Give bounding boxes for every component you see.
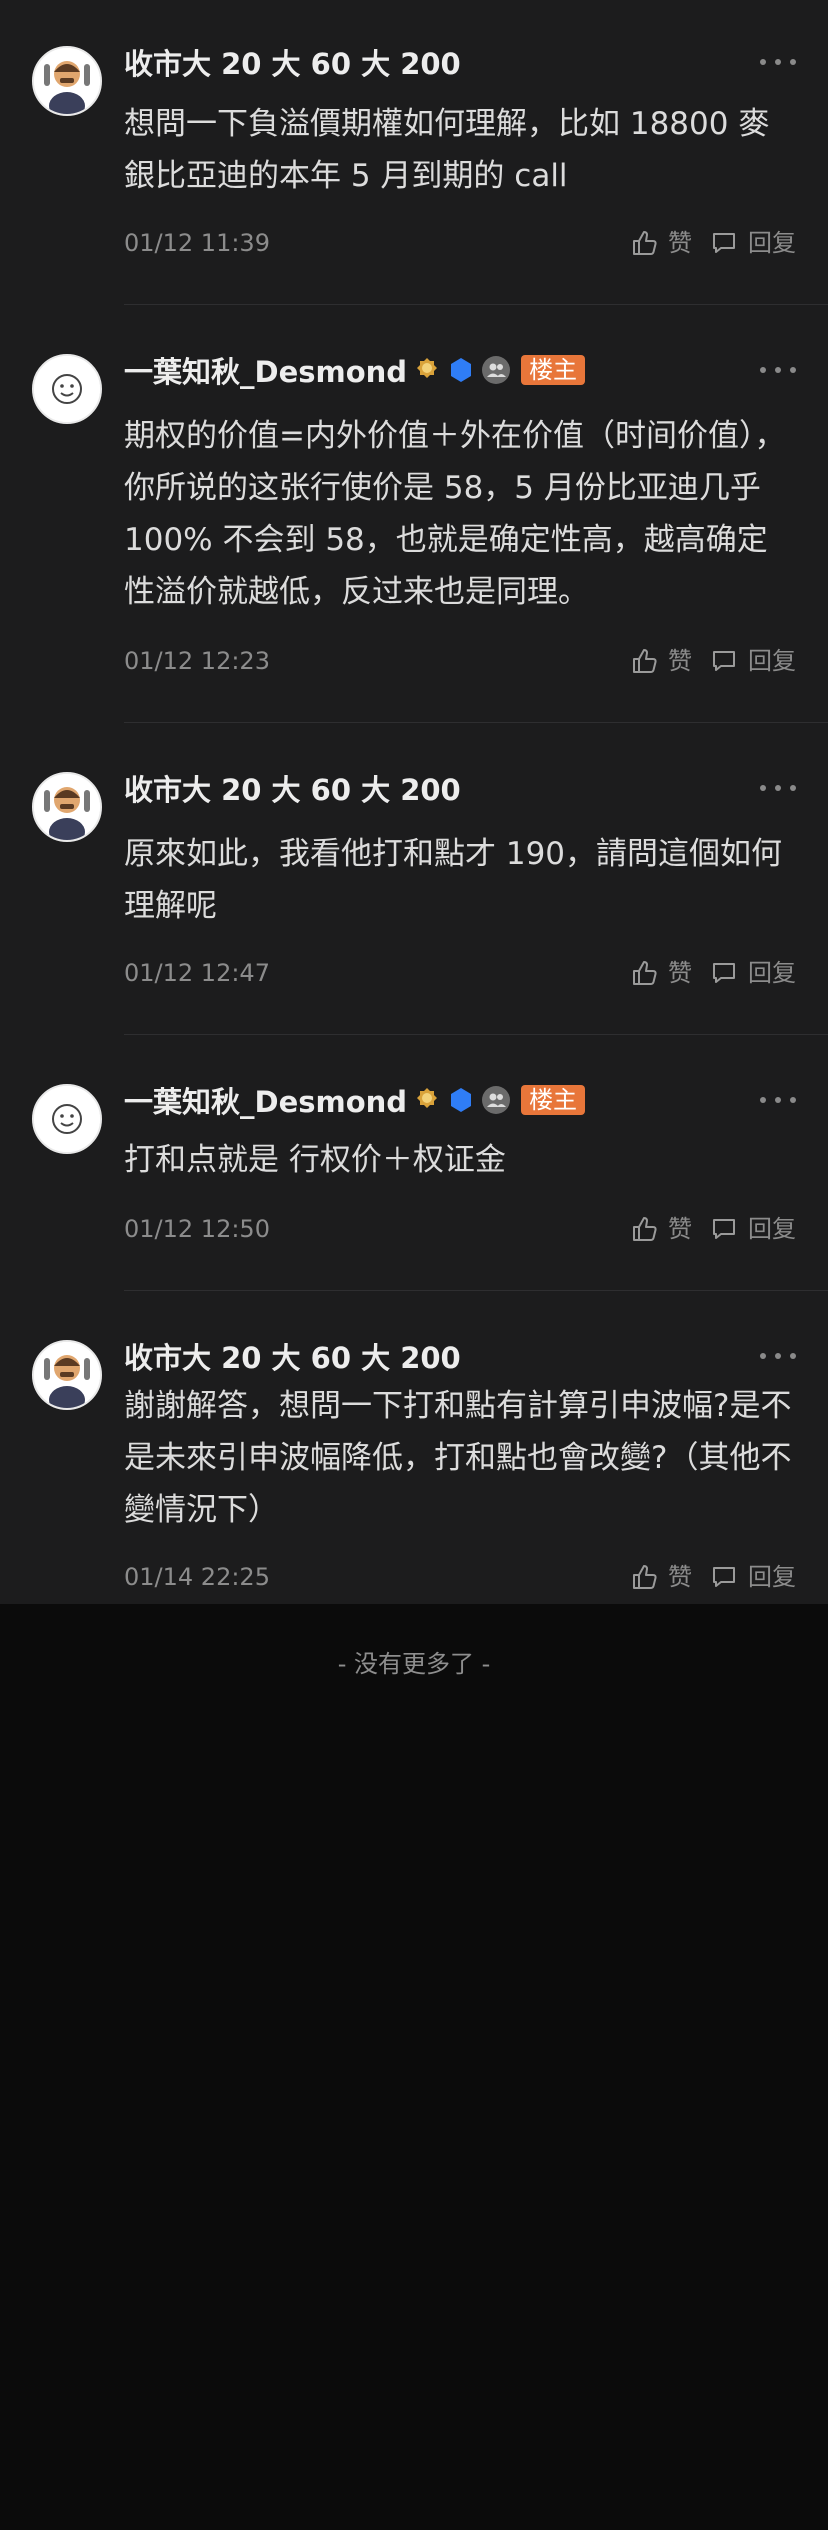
comment-icon: [713, 1219, 735, 1239]
gold-medal-badge-icon: [413, 1086, 441, 1114]
username[interactable]: 收市大 20 大 60 大 200: [124, 1335, 461, 1377]
like-label: 赞: [668, 1215, 692, 1243]
reply-label: 回复: [748, 1563, 796, 1591]
comment-text: 期权的价值=内外价值＋外在价值（时间价值），你所说的这张行使价是 58，5 月份…: [124, 418, 786, 610]
comment-time: 01/12 11:39: [124, 229, 270, 257]
thumbs-up-icon: [633, 1217, 657, 1241]
blue-level-badge-icon: [447, 356, 475, 384]
comment-actions: 赞 回复: [630, 1214, 796, 1244]
avatar[interactable]: [32, 46, 102, 116]
more-dots-icon[interactable]: [760, 1334, 796, 1378]
username[interactable]: 一葉知秋_Desmond: [124, 1079, 407, 1121]
comment-header: 一葉知秋_Desmond 楼主: [124, 348, 586, 392]
divider: [124, 304, 828, 305]
comment-header: 一葉知秋_Desmond 楼主: [124, 1078, 586, 1122]
reply-button[interactable]: 回复: [710, 958, 796, 988]
comment-header: 收市大 20 大 60 大 200: [124, 40, 461, 84]
group-badge-icon: [481, 355, 511, 385]
comment-time: 01/12 12:50: [124, 1215, 270, 1243]
comment-time: 01/12 12:47: [124, 959, 270, 987]
reply-label: 回复: [748, 229, 796, 257]
like-button[interactable]: 赞: [630, 228, 692, 258]
comment-text: 原來如此，我看他打和點才 190，請問這個如何理解呢: [124, 836, 783, 924]
comment-text: 謝謝解答，想問一下打和點有計算引申波幅?是不是未來引申波幅降低，打和點也會改變?…: [124, 1388, 792, 1528]
avatar[interactable]: [32, 1340, 102, 1410]
gold-medal-badge-icon: [413, 356, 441, 384]
reply-button[interactable]: 回复: [710, 1562, 796, 1592]
thumbs-up-icon: [633, 1565, 657, 1589]
like-button[interactable]: 赞: [630, 1214, 692, 1244]
username[interactable]: 收市大 20 大 60 大 200: [124, 41, 461, 83]
no-more-footer: - 没有更多了 -: [337, 1650, 491, 1678]
comment-header: 收市大 20 大 60 大 200: [124, 766, 461, 810]
thumbs-up-icon: [633, 231, 657, 255]
divider: [124, 1034, 828, 1035]
reply-label: 回复: [748, 647, 796, 675]
comment-list: 收市大 20 大 60 大 200 想問一下負溢價期權如何理解，比如 18800…: [0, 0, 828, 1604]
comment-actions: 赞 回复: [630, 958, 796, 988]
more-dots-icon[interactable]: [760, 1078, 796, 1122]
username[interactable]: 收市大 20 大 60 大 200: [124, 767, 461, 809]
comment-icon: [713, 651, 735, 671]
username[interactable]: 一葉知秋_Desmond: [124, 349, 407, 391]
like-button[interactable]: 赞: [630, 958, 692, 988]
owner-tag: 楼主: [521, 355, 586, 385]
comment-time: 01/14 22:25: [124, 1563, 270, 1591]
reply-label: 回复: [748, 959, 796, 987]
more-dots-icon[interactable]: [760, 40, 796, 84]
reply-button[interactable]: 回复: [710, 1214, 796, 1244]
owner-tag: 楼主: [521, 1085, 586, 1115]
like-label: 赞: [668, 959, 692, 987]
divider: [124, 722, 828, 723]
like-button[interactable]: 赞: [630, 1562, 692, 1592]
like-label: 赞: [668, 1563, 692, 1591]
reply-button[interactable]: 回复: [710, 646, 796, 676]
thumbs-up-icon: [633, 649, 657, 673]
blue-level-badge-icon: [447, 1086, 475, 1114]
comment-icon: [713, 963, 735, 983]
comment-text: 想問一下負溢價期權如何理解，比如 18800 麥銀比亞迪的本年 5 月到期的 c…: [124, 106, 770, 194]
more-dots-icon[interactable]: [760, 766, 796, 810]
comment-header: 收市大 20 大 60 大 200: [124, 1334, 461, 1378]
like-label: 赞: [668, 229, 692, 257]
comment-actions: 赞 回复: [630, 228, 796, 258]
comment-text: 打和点就是 行权价＋权证金: [124, 1142, 506, 1178]
comment-time: 01/12 12:23: [124, 647, 270, 675]
avatar[interactable]: [32, 1084, 102, 1154]
comment-actions: 赞 回复: [630, 1562, 796, 1592]
comment-icon: [713, 233, 735, 253]
avatar[interactable]: [32, 772, 102, 842]
comment-icon: [713, 1567, 735, 1587]
more-dots-icon[interactable]: [760, 348, 796, 392]
thumbs-up-icon: [633, 961, 657, 985]
like-button[interactable]: 赞: [630, 646, 692, 676]
reply-button[interactable]: 回复: [710, 228, 796, 258]
reply-label: 回复: [748, 1215, 796, 1243]
divider: [124, 1290, 828, 1291]
like-label: 赞: [668, 647, 692, 675]
avatar[interactable]: [32, 354, 102, 424]
group-badge-icon: [481, 1085, 511, 1115]
comment-actions: 赞 回复: [630, 646, 796, 676]
